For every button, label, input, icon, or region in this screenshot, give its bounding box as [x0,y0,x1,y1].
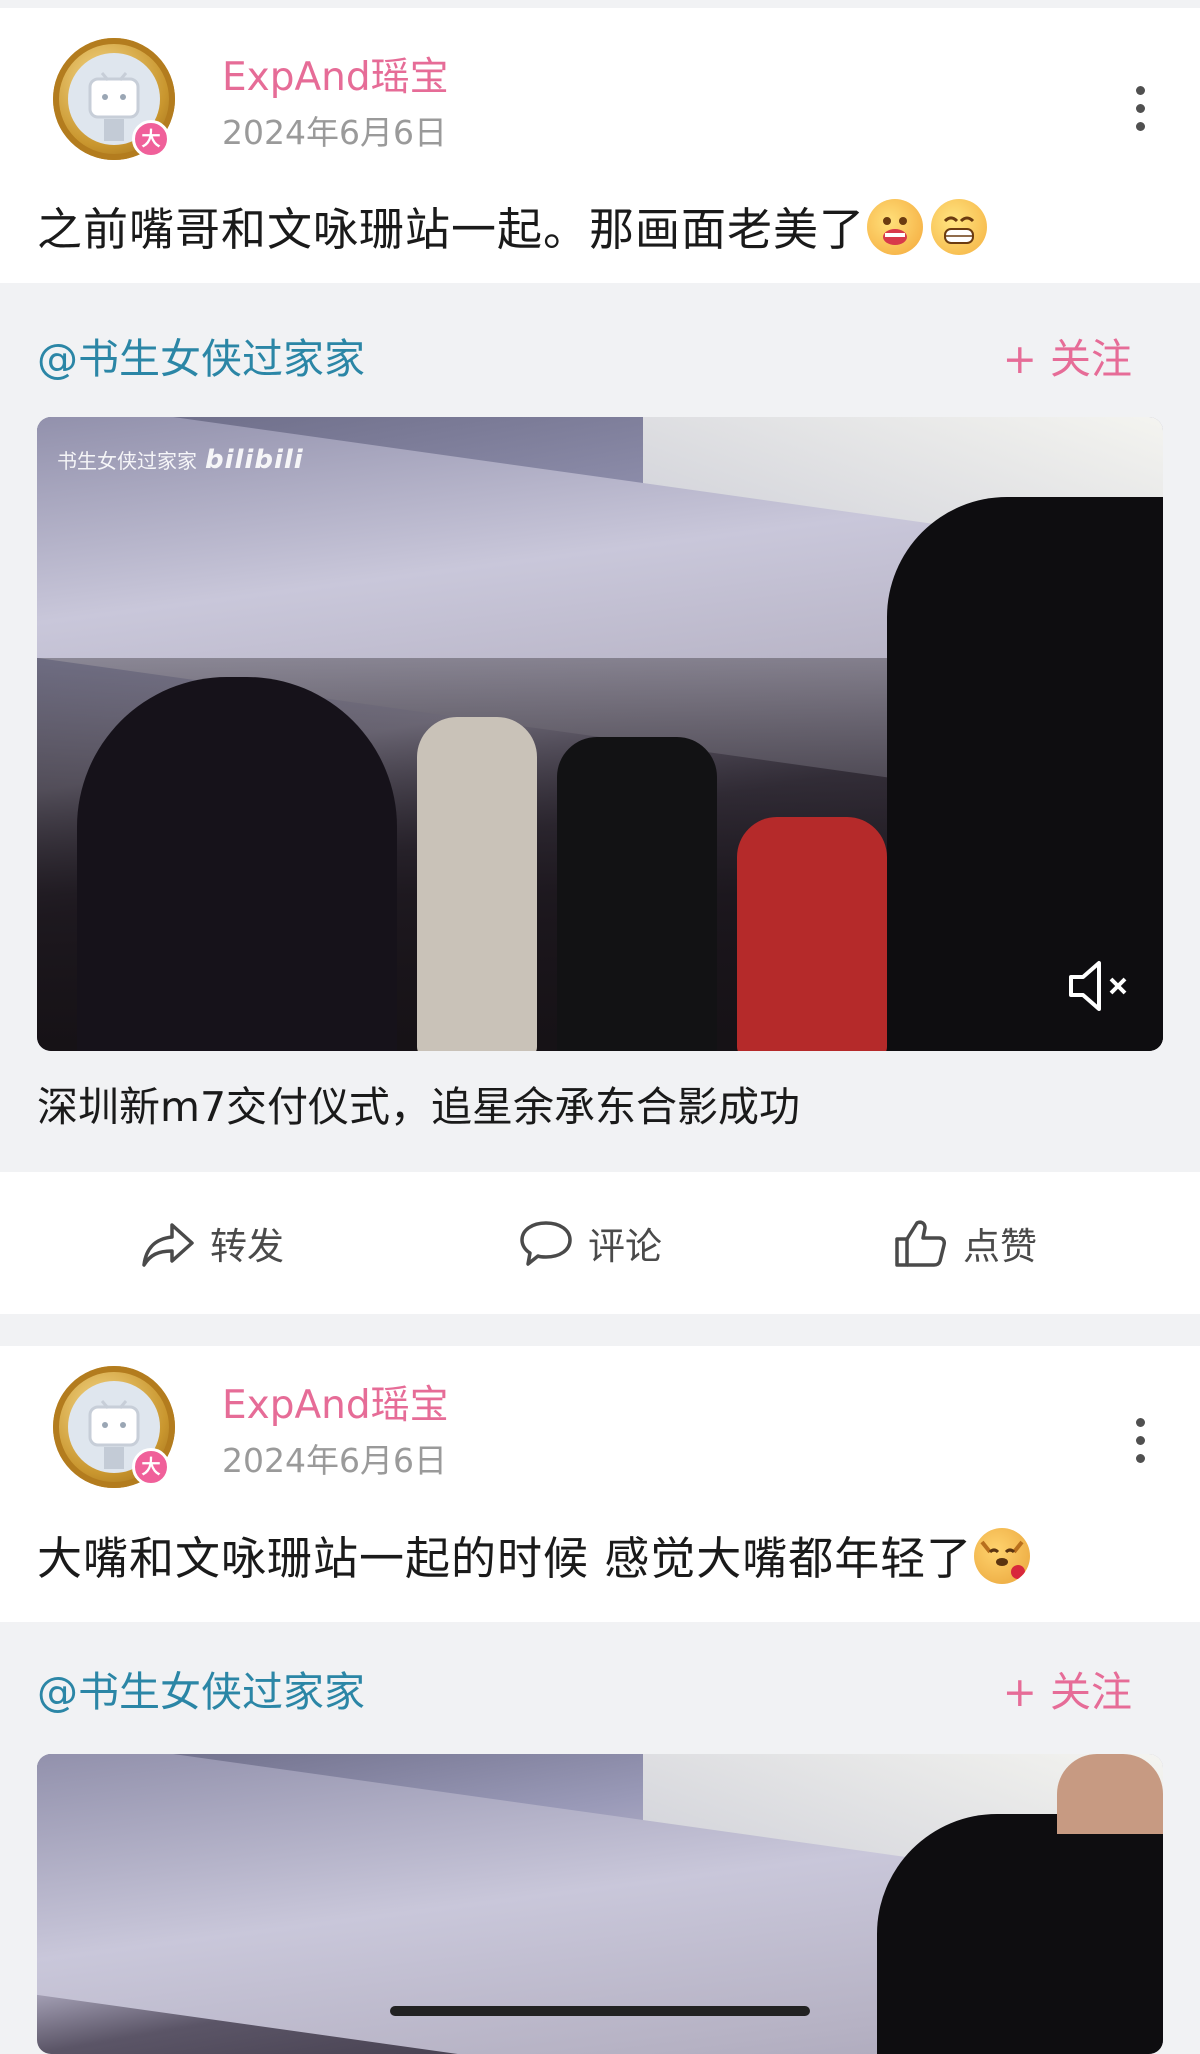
video-frame-person [557,737,717,1051]
username[interactable]: ExpAnd瑶宝 [222,46,449,102]
more-vertical-icon[interactable] [1130,1418,1150,1468]
video-watermark: 书生女侠过家家 bilibili [57,445,304,475]
username[interactable]: ExpAnd瑶宝 [222,1374,449,1430]
repost-block[interactable]: @书生女侠过家家 + 关注 书生女侠过家家 bilibili 深圳新m7交付仪式，… [0,283,1200,1170]
post-card: 大 ExpAnd瑶宝 2024年6月6日 之前嘴哥和文咏珊站一起。那画面老美了 [0,8,1200,283]
post-caption: 之前嘴哥和文咏珊站一起。那画面老美了 [37,193,988,258]
video-frame-person [877,1814,1163,2054]
original-author-mention[interactable]: @书生女侠过家家 [37,1658,365,1718]
more-vertical-icon[interactable] [1130,86,1150,136]
post-card: 大 ExpAnd瑶宝 2024年6月6日 大嘴和文咏珊站一起的时候 感觉大嘴都年… [0,1346,1200,1622]
follow-button[interactable]: + 关注 [1003,325,1132,385]
dog-rose-emoji-icon [974,1528,1031,1584]
like-label: 点赞 [963,1225,1037,1268]
speaker-muted-icon[interactable] [1067,959,1133,1013]
video-frame-person [737,817,887,1051]
post-caption: 大嘴和文咏珊站一起的时候 感觉大嘴都年轻了 [37,1522,1031,1587]
comment-bubble-icon [520,1221,572,1266]
share-arrow-icon [142,1223,194,1267]
thumbs-up-icon [895,1220,946,1267]
video-frame-person [77,677,397,1051]
action-bar: 转发 评论 点赞 [0,1172,1200,1314]
avatar[interactable]: 大 [53,1366,175,1488]
video-frame-person [417,717,537,1051]
bilibili-logo: bilibili [205,445,304,475]
watermark-text: 书生女侠过家家 [57,449,197,473]
repost-block[interactable]: @书生女侠过家家 + 关注 [0,1622,1200,2054]
eating-emoji-icon [867,199,924,255]
video-title[interactable]: 深圳新m7交付仪式，追星余承东合影成功 [37,1073,800,1133]
avatar[interactable]: 大 [53,38,175,160]
follow-button[interactable]: + 关注 [1003,1658,1132,1718]
level-badge: 大 [132,120,170,158]
post-date: 2024年6月6日 [222,1441,447,1480]
share-label: 转发 [210,1225,284,1268]
grin-emoji-icon [931,199,988,255]
original-author-mention[interactable]: @书生女侠过家家 [37,325,365,385]
post-caption-text: 之前嘴哥和文咏珊站一起。那画面老美了 [37,203,866,256]
video-frame-person [1057,1754,1163,1834]
comment-button[interactable]: 评论 [518,1188,662,1298]
level-badge: 大 [132,1448,170,1486]
like-button[interactable]: 点赞 [893,1188,1037,1298]
video-player[interactable]: 书生女侠过家家 bilibili [37,417,1163,1051]
post-caption-text: 大嘴和文咏珊站一起的时候 感觉大嘴都年轻了 [37,1532,973,1585]
share-button[interactable]: 转发 [140,1188,284,1298]
home-indicator[interactable] [390,2006,810,2016]
comment-label: 评论 [588,1225,662,1268]
post-date: 2024年6月6日 [222,113,447,152]
